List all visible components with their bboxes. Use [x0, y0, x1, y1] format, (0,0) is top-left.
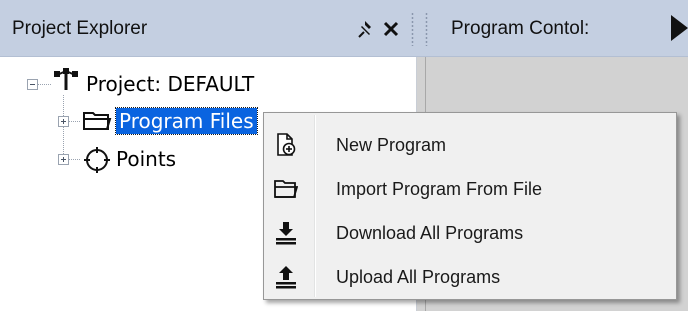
tree-node-label[interactable]: Program Files — [115, 107, 258, 135]
context-menu: New Program Import Program From File Dow… — [263, 112, 677, 300]
menu-item-label: New Program — [336, 135, 447, 155]
menu-item-label: Upload All Programs — [336, 267, 501, 287]
collapse-toggle[interactable] — [27, 79, 38, 90]
panel-title: Project Explorer — [12, 18, 148, 39]
crosshair-icon — [84, 147, 110, 173]
panel-grip — [425, 12, 428, 46]
project-explorer-header: Project Explorer — [0, 0, 417, 57]
folder-icon — [82, 109, 112, 133]
menu-item-label: Import Program From File — [336, 179, 543, 199]
upload-icon — [274, 265, 298, 289]
tree-node-project[interactable]: Project: DEFAULT — [0, 68, 417, 97]
tree-node-label[interactable]: Points — [116, 146, 176, 172]
menu-item-upload-all[interactable]: Upload All Programs — [266, 255, 674, 299]
menu-item-new-program[interactable]: New Program — [266, 123, 674, 167]
expand-toggle[interactable] — [58, 154, 69, 165]
open-folder-icon — [274, 177, 299, 201]
expand-toggle[interactable] — [58, 116, 69, 127]
program-control-header: Program Contol: — [417, 0, 688, 57]
close-icon[interactable] — [381, 17, 401, 39]
menu-item-download-all[interactable]: Download All Programs — [266, 211, 674, 255]
download-icon — [274, 221, 298, 245]
panel-title: Program Contol: — [451, 18, 590, 39]
tree-node-label[interactable]: Project: DEFAULT — [86, 71, 254, 97]
panel-grip — [411, 12, 414, 46]
project-tree-icon — [52, 68, 80, 94]
menu-item-label: Download All Programs — [336, 223, 524, 243]
menu-item-import-program[interactable]: Import Program From File — [266, 167, 674, 211]
new-file-icon — [274, 133, 298, 157]
pin-icon[interactable] — [357, 17, 377, 39]
play-icon[interactable] — [671, 15, 688, 41]
